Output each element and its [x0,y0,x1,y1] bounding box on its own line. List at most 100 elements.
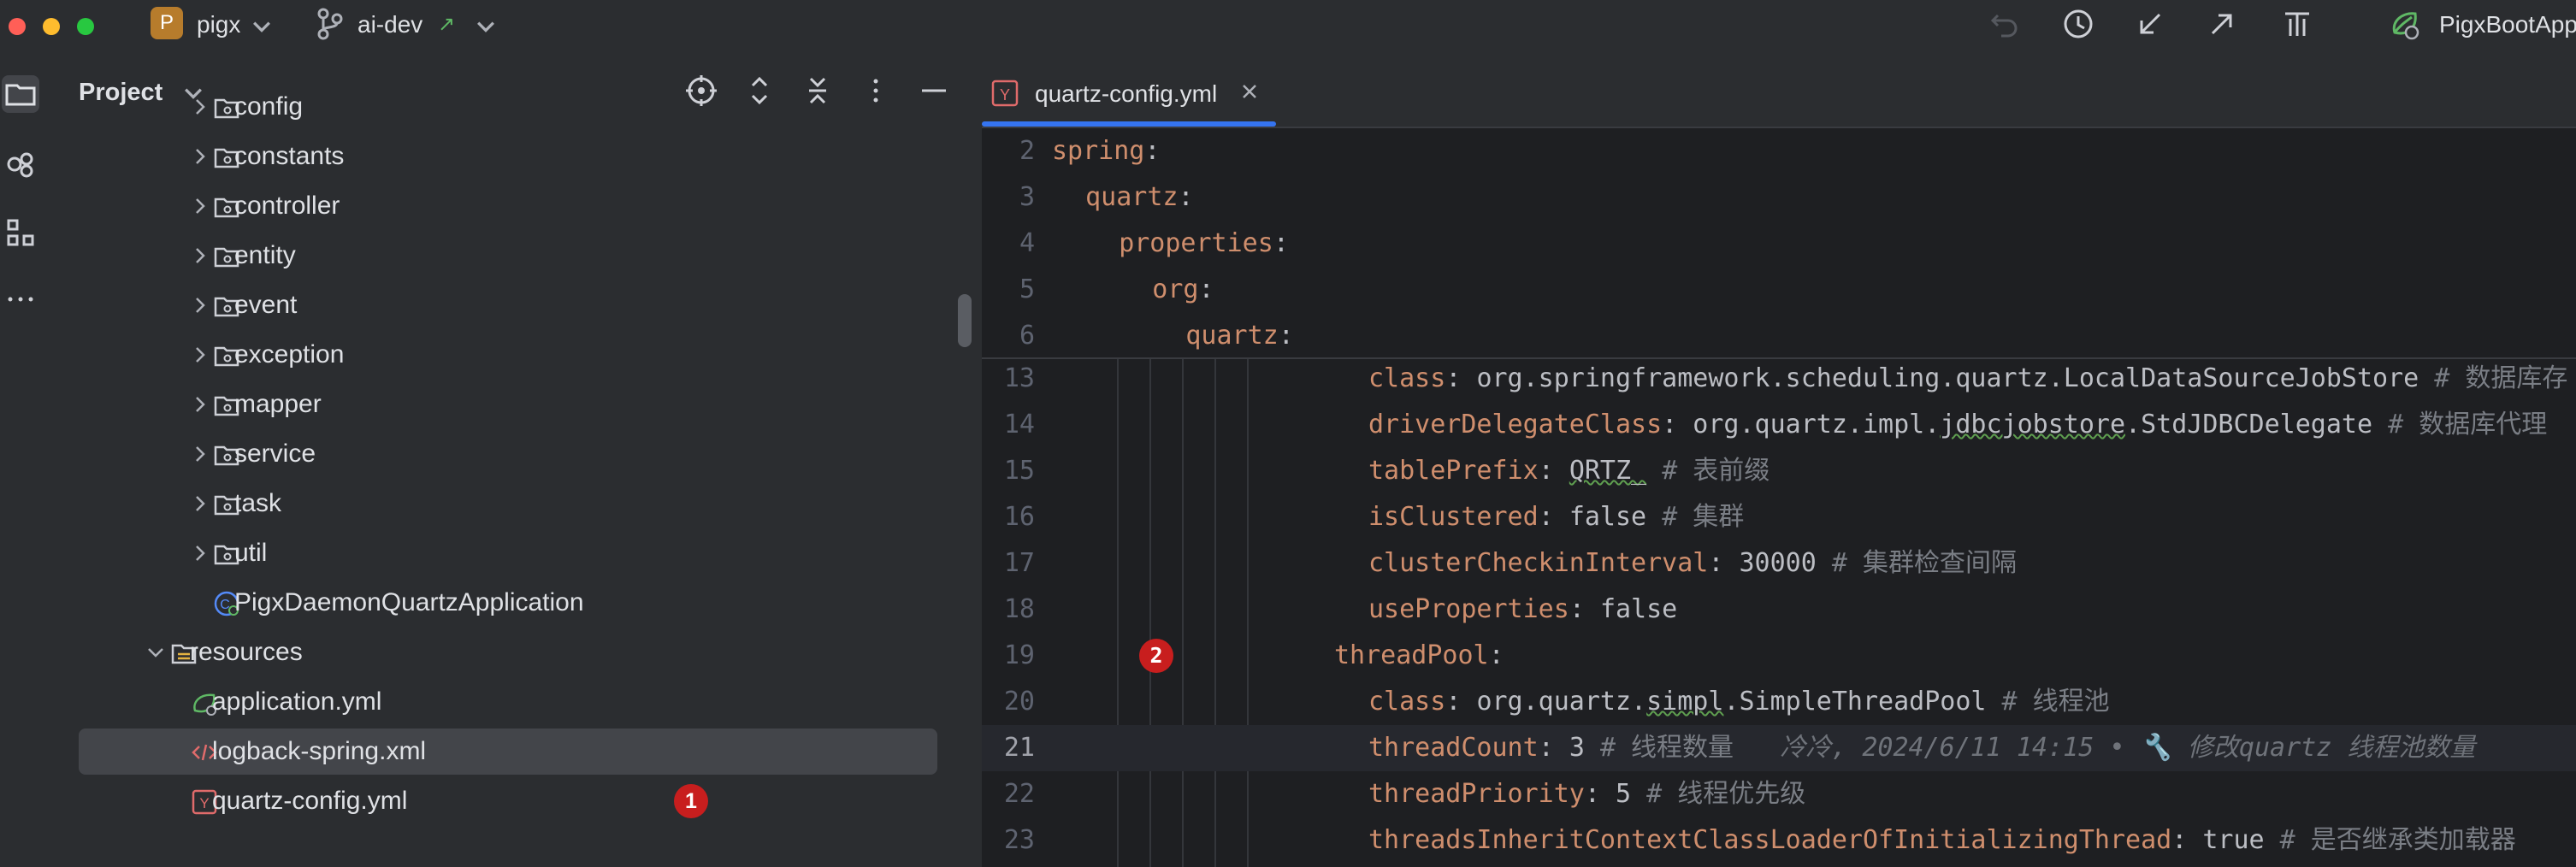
run-config-name[interactable]: PigxBootApp [2439,9,2576,41]
tree-item-logback-spring-xml[interactable]: logback-spring.xml [55,728,982,775]
sticky-line[interactable]: 3 quartz: [982,174,2576,221]
close-tab-icon[interactable] [1237,79,1262,104]
tab-quartz-config[interactable]: Y quartz-config.yml [982,50,1276,128]
code-text: quartz: [1085,174,1193,221]
tree-item-controller[interactable]: controller [55,183,982,229]
tree-scrollbar[interactable] [958,294,972,347]
more-icon[interactable] [2,280,39,318]
code-line[interactable]: 20 class: org.quartz.simpl.SimpleThreadPo… [982,679,2576,725]
chevron-right-icon[interactable] [188,343,212,367]
vcs-commit-icon[interactable] [2278,5,2316,43]
run-config-icon[interactable] [2386,5,2424,43]
update-project-icon[interactable] [2131,5,2169,43]
tree-item-label: mapper [234,390,322,418]
line-number: 3 [1019,182,1035,212]
push-icon[interactable] [2203,5,2241,43]
yaml-comment: # 集群检查间隔 [1831,548,2017,578]
step-badge-1: 1 [674,784,708,818]
editor-area: Y quartz-config.yml 2 spring: 3 quartz: 4 pro… [982,50,2576,867]
code-line[interactable]: 21 threadCount: 3 # 线程数量 冷冷, 2024/6/11 14… [982,725,2576,771]
chevron-right-icon[interactable] [188,244,212,268]
chevron-right-icon[interactable] [188,492,212,516]
tree-item-label: config [234,92,304,121]
tree-item-application-yml[interactable]: application.yml [55,679,982,725]
sticky-line[interactable]: 5 org: [982,267,2576,313]
tree-item-pigxdaemonquartzapplication[interactable]: C PigxDaemonQuartzApplication [55,580,982,626]
branch-name[interactable]: ai-dev [357,9,422,41]
code-line[interactable]: 13 class: org.springframework.scheduling.… [982,359,2576,402]
tree-item-config[interactable]: config [55,84,982,130]
line-number: 6 [1019,321,1035,351]
project-name[interactable]: pigx [197,9,240,41]
tree-item-exception[interactable]: exception [55,332,982,378]
structure-icon[interactable] [2,214,39,251]
code-line[interactable]: 18 useProperties: false [982,587,2576,633]
tree-item-entity[interactable]: entity [55,233,982,279]
yaml-comment: # 线程数量 [1599,733,1734,763]
chevron-right-icon[interactable] [188,392,212,416]
chevron-right-icon[interactable] [188,293,212,317]
code-text: org: [1152,267,1214,313]
minimize-window-button[interactable] [43,18,60,35]
tree-item-label: application.yml [212,687,382,716]
folder-icon[interactable] [2,75,39,113]
tree-item-mapper[interactable]: mapper [55,381,982,428]
tree-item-util[interactable]: util [55,530,982,576]
code-line[interactable]: 14 driverDelegateClass: org.quartz.impl.j… [982,402,2576,448]
code-line[interactable]: 23 threadsInheritContextClassLoaderOfInit… [982,817,2576,864]
yaml-key: useProperties [1368,594,1569,624]
chevron-right-icon[interactable] [188,442,212,466]
chevron-right-icon[interactable] [188,95,212,119]
undo-icon[interactable] [1986,5,2024,43]
tree-item-label: quartz-config.yml [212,787,408,815]
zoom-window-button[interactable] [77,18,94,35]
chevron-down-icon[interactable] [243,7,270,41]
code-line[interactable]: 19 threadPool: 2 [982,633,2576,679]
git-commit-icon[interactable] [2,145,39,183]
yaml-key: threadPool [1334,640,1489,670]
line-number: 15 [1003,456,1035,486]
yaml-comment: # 线程池 [2001,687,2110,717]
sticky-line[interactable]: 4 properties: [982,221,2576,267]
tree-item-resources[interactable]: resources [55,629,982,675]
tree-item-event[interactable]: event [55,282,982,328]
code-line[interactable]: 17 clusterCheckinInterval: 30000 # 集群检查间隔 [982,540,2576,587]
code-line[interactable]: 22 threadPriority: 5 # 线程优先级 [982,771,2576,817]
chevron-right-icon[interactable] [188,194,212,218]
yaml-key: threadPriority [1368,779,1585,809]
yaml-key: threadsInheritContextClassLoaderOfInitia… [1368,825,2172,855]
chevron-down-icon[interactable] [144,640,168,664]
code-text: properties: [1119,221,1289,267]
history-icon[interactable] [2059,5,2097,43]
chevron-down-icon[interactable] [467,7,494,41]
tree-item-label: task [234,489,282,517]
tree-item-constants[interactable]: constants [55,133,982,180]
yaml-value: 3 [1569,733,1585,763]
code-text: driverDelegateClass: org.quartz.impl.jdb… [1368,402,2547,448]
project-badge[interactable]: P [151,7,183,39]
sticky-line[interactable]: 6 quartz: [982,313,2576,359]
line-number: 23 [1003,825,1035,855]
code-line[interactable]: 16 isClustered: false # 集群 [982,494,2576,540]
close-window-button[interactable] [9,18,26,35]
chevron-right-icon[interactable] [188,144,212,168]
code-line[interactable]: 15 tablePrefix: QRTZ_ # 表前缀 [982,448,2576,494]
tree-item-label: service [234,439,316,468]
tree-item-service[interactable]: service [55,431,982,477]
code-body[interactable]: 13 class: org.springframework.scheduling.… [982,359,2576,867]
chevron-right-icon[interactable] [188,541,212,565]
tree-item-task[interactable]: task [55,481,982,527]
tree-item-quartz-config-yml[interactable]: Yquartz-config.yml 1 [55,778,982,824]
sticky-line[interactable]: 2 spring: [982,128,2576,174]
yaml-comment: # 表前缀 [1662,456,1770,486]
tree-item-label: util [234,539,268,567]
line-number: 22 [1003,779,1035,809]
branch-icon[interactable] [311,5,349,43]
